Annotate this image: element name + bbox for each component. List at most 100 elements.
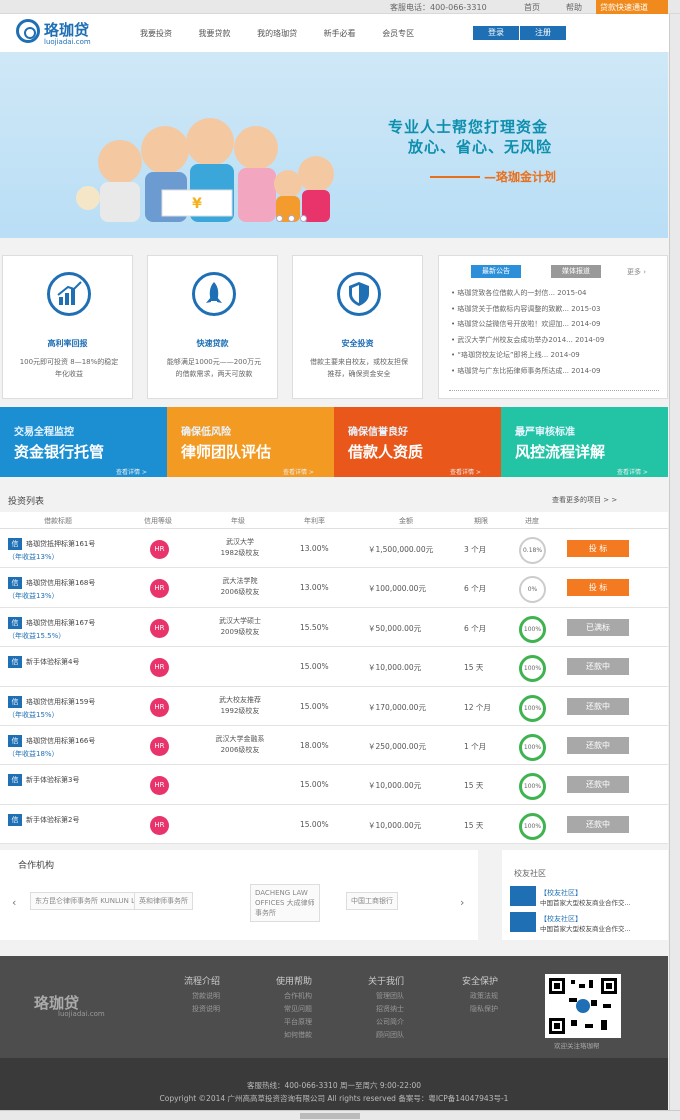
loan-title[interactable]: 珞珈贷信用标第166号	[26, 736, 95, 746]
news-item[interactable]: • 珞珈贷公益微信号开放啦！欢迎加... 2014-09	[451, 317, 604, 333]
community-text[interactable]: 中国首家大型校友商业合作交...	[540, 897, 631, 907]
tab-media-report[interactable]: 媒体报道	[551, 265, 601, 278]
promo-borrower-qualification[interactable]: 确保信誉良好 借款人资质 查看详情 >	[334, 407, 501, 477]
promo-bank-custody[interactable]: 交易全程监控 资金银行托管 查看详情 >	[0, 407, 167, 477]
promo-detail-link[interactable]: 查看详情 >	[450, 467, 481, 476]
footer-link[interactable]: 招贤纳士	[368, 1003, 404, 1016]
footer-link[interactable]: 常见问题	[276, 1003, 312, 1016]
promo-lawyer-team[interactable]: 确保低风险 律师团队评估 查看详情 >	[167, 407, 334, 477]
partner-logo[interactable]: DACHENG LAW OFFICES 大成律师事务所	[250, 884, 320, 922]
col-grade: 年级	[231, 517, 245, 525]
loan-action-button[interactable]: 还款中	[567, 658, 629, 676]
promo-detail-link[interactable]: 查看详情 >	[617, 467, 648, 476]
news-item-text[interactable]: 珞珈贷与广东比拓律师事务所达成... 2014-09	[457, 367, 600, 375]
footer-link[interactable]: 顾问团队	[368, 1029, 404, 1042]
community-item[interactable]: 【校友社区】 中国首家大型校友商业合作交...	[510, 912, 664, 936]
progress-ring: 100%	[519, 812, 546, 840]
carousel-dots[interactable]	[276, 215, 312, 224]
nav-newbie[interactable]: 新手必看	[324, 28, 356, 39]
loan-title[interactable]: 珞珈贷信用标第167号	[26, 618, 95, 628]
community-item[interactable]: 【校友社区】 中国首家大型校友商业合作交...	[510, 886, 664, 910]
news-item[interactable]: • 珞珈贷关于借款标内容调整的致歉... 2015-03	[451, 302, 604, 318]
horizontal-scrollbar[interactable]	[0, 1110, 680, 1120]
home-link[interactable]: 首页	[524, 2, 540, 13]
borrower-school: 武汉大学硕士 2009级校友	[219, 616, 261, 636]
feature-title: 高利率回报	[47, 339, 88, 348]
carousel-dot[interactable]	[276, 215, 283, 222]
promo-risk-control[interactable]: 最严审核标准 风控流程详解 查看详情 >	[501, 407, 668, 477]
news-item-text[interactable]: 珞珈贷关于借款标内容调整的致歉... 2015-03	[457, 305, 600, 313]
footer-link[interactable]: 投资说明	[184, 1003, 220, 1016]
news-item[interactable]: • 武汉大学广州校友会成功举办2014... 2014-09	[451, 333, 604, 349]
site-logo[interactable]: 珞珈贷 luojiadai.com	[16, 19, 126, 49]
footer-link[interactable]: 平台原理	[276, 1016, 312, 1029]
footer-link[interactable]: 如何借款	[276, 1029, 312, 1042]
partner-logo[interactable]: 英和律师事务所	[134, 892, 193, 910]
nav-loan[interactable]: 我要贷款	[199, 28, 231, 39]
loan-action-button[interactable]: 已满标	[567, 618, 629, 636]
footer-link[interactable]: 贷款说明	[184, 990, 220, 1003]
footer-link[interactable]: 管理团队	[368, 990, 404, 1003]
table-row[interactable]: 信珞珈贷抵押标第161号 （年收益13%） HR 武汉大学 1982级校友 13.00%…	[0, 529, 668, 569]
loan-term: 12 个月	[464, 702, 491, 712]
table-row[interactable]: 信新手体验标第3号 HR 15.00% ￥10,000.00元 15 天 100% 还款中	[0, 765, 668, 805]
carousel-dot[interactable]	[288, 215, 295, 222]
register-button[interactable]: 注册	[520, 26, 566, 40]
news-item-text[interactable]: 珞珈贷致各位借款人的一封信... 2015-04	[457, 289, 586, 297]
loan-term: 6 个月	[464, 584, 487, 594]
news-item-text[interactable]: 珞珈贷公益微信号开放啦！欢迎加... 2014-09	[457, 320, 600, 328]
nav-my-account[interactable]: 我的珞珈贷	[257, 28, 297, 39]
table-row[interactable]: 信珞珈贷信用标第167号 （年收益15.5%） HR 武汉大学硕士 2009级校友 15…	[0, 607, 668, 648]
loan-action-button[interactable]: 还款中	[567, 736, 629, 754]
carousel-dot[interactable]	[300, 215, 307, 222]
feature-safe-invest[interactable]: 安全投资 借款主要来自校友，或校友担保推荐，确保资金安全	[292, 255, 423, 399]
news-item[interactable]: • 珞珈贷与广东比拓律师事务所达成... 2014-09	[451, 364, 604, 380]
loan-action-button[interactable]: 还款中	[567, 815, 629, 833]
news-more-link[interactable]: 更多 ›	[627, 267, 646, 277]
promo-detail-link[interactable]: 查看详情 >	[283, 467, 314, 476]
partner-logo[interactable]: 中国工商银行	[346, 892, 398, 910]
feature-desc: 借款主要来自校友，或校友担保推荐，确保资金安全	[310, 358, 408, 378]
table-row[interactable]: 信珞珈贷信用标第159号 （年收益15%） HR 武大校友推荐 1992级校友 15.0…	[0, 686, 668, 726]
loan-title[interactable]: 新手体验标第4号	[26, 657, 79, 667]
promo-detail-link[interactable]: 查看详情 >	[116, 467, 147, 476]
feature-fast-loan[interactable]: 快速贷款 能够满足1000元——200万元的借款需求，两天可放款	[147, 255, 278, 399]
quick-loan-button[interactable]: 贷款快速通道	[596, 0, 668, 14]
invest-table: 借款标题 信用等级 年级 年利率 金额 期限 进度 信珞珈贷抵押标第161号 （年…	[0, 512, 668, 845]
loan-title[interactable]: 新手体验标第3号	[26, 775, 79, 785]
footer-link[interactable]: 公司简介	[368, 1016, 404, 1029]
tab-latest-notice[interactable]: 最新公告	[471, 265, 521, 278]
logo-text: 珞珈贷	[44, 21, 90, 39]
hero-banner[interactable]: ¥ 专业人士帮您打理资金 放心、省心、无风险 —珞珈金计划	[0, 52, 668, 238]
loan-title[interactable]: 新手体验标第2号	[26, 815, 79, 825]
loan-title[interactable]: 珞珈贷信用标第168号	[26, 578, 95, 588]
loan-title[interactable]: 珞珈贷抵押标第161号	[26, 539, 95, 549]
vertical-scrollbar[interactable]	[669, 14, 680, 1110]
help-link[interactable]: 帮助	[566, 2, 582, 13]
chevron-left-icon[interactable]: ‹	[12, 896, 16, 909]
feature-high-return[interactable]: 高利率回报 100元即可投资 8—18%的稳定年化收益	[2, 255, 133, 399]
chevron-right-icon[interactable]: ›	[460, 896, 464, 909]
nav-invest[interactable]: 我要投资	[140, 28, 172, 39]
table-row[interactable]: 信珞珈贷信用标第166号 （年收益18%） HR 武汉大学金融系 2006级校友 18.…	[0, 725, 668, 766]
news-item-text[interactable]: 武汉大学广州校友会成功举办2014... 2014-09	[457, 336, 604, 344]
invest-more-link[interactable]: 查看更多的项目 > >	[552, 495, 617, 505]
table-row[interactable]: 信新手体验标第4号 HR 15.00% ￥10,000.00元 15 天 100% 还款中	[0, 647, 668, 687]
loan-action-button[interactable]: 投 标	[567, 540, 629, 557]
community-text[interactable]: 中国首家大型校友商业合作交...	[540, 923, 631, 933]
loan-action-button[interactable]: 投 标	[567, 579, 629, 597]
loan-title[interactable]: 珞珈贷信用标第159号	[26, 697, 95, 707]
loan-action-button[interactable]: 还款中	[567, 697, 629, 715]
scrollbar-thumb[interactable]	[300, 1113, 360, 1119]
table-row[interactable]: 信珞珈贷信用标第168号 （年收益13%） HR 武大法学院 2006级校友 13.00…	[0, 568, 668, 608]
nav-member[interactable]: 会员专区	[382, 28, 414, 39]
login-button[interactable]: 登录	[473, 26, 519, 40]
table-row[interactable]: 信新手体验标第2号 HR 15.00% ￥10,000.00元 15 天 100% 还款中	[0, 804, 668, 845]
footer-link[interactable]: 合作机构	[276, 990, 312, 1003]
loan-action-button[interactable]: 还款中	[567, 776, 629, 794]
footer-link[interactable]: 隐私保护	[462, 1003, 498, 1016]
news-item[interactable]: • 珞珈贷致各位借款人的一封信... 2015-04	[451, 286, 604, 302]
footer-link[interactable]: 政策法规	[462, 990, 498, 1003]
news-item[interactable]: • “珞珈贷校友论坛”即将上线... 2014-09	[451, 348, 604, 364]
news-item-text[interactable]: “珞珈贷校友论坛”即将上线... 2014-09	[457, 351, 579, 359]
